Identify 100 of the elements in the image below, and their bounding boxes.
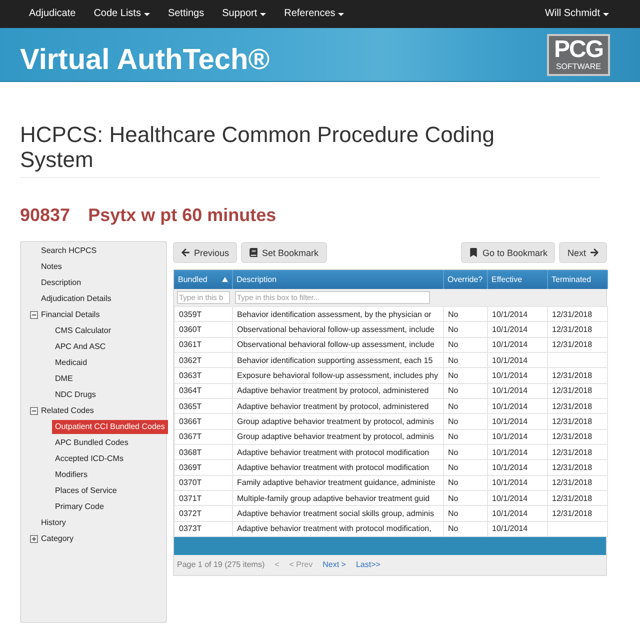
sidebar-item[interactable]: Category (38, 532, 76, 546)
procedure-code: 90837 (20, 205, 70, 225)
table-cell: Adaptive behavior treatment with protocol modification (232, 460, 444, 476)
nav-menu-item[interactable]: Adjudicate (20, 0, 85, 28)
table-cell: Adaptive behavior treatment social skills group, adminis (232, 506, 444, 522)
table-cell: Group adaptive behavior treatment by protocol, adminis (232, 429, 444, 444)
table-cell: 10/1/2014 (488, 383, 548, 398)
table-cell: 12/31/2018 (548, 368, 608, 384)
table-cell: 12/31/2018 (548, 460, 608, 476)
table-cell: 0370T (174, 475, 232, 490)
user-menu[interactable]: Will Schmidt (536, 0, 618, 28)
procedure-name: Psytx w pt 60 minutes (88, 205, 276, 225)
set-bookmark-button[interactable]: Set Bookmark (241, 242, 327, 263)
table-cell: No (444, 414, 488, 430)
sidebar-item[interactable]: Primary Code (52, 500, 107, 514)
table-cell: No (444, 521, 488, 536)
table-cell: 0359T (174, 306, 232, 322)
table-cell: 10/1/2014 (488, 337, 548, 352)
table-cell: Observational behavioral follow-up assessment, include (232, 322, 444, 338)
table-cell: 10/1/2014 (488, 414, 548, 430)
table-cell: 10/1/2014 (488, 368, 548, 384)
table-cell: 0364T (174, 383, 232, 398)
pager-info: Page 1 of 19 (275 items) (177, 560, 265, 570)
sidebar-item[interactable]: Adjudication Details (38, 292, 114, 306)
sidebar-item[interactable]: APC And ASC (52, 340, 109, 354)
table-cell: 12/31/2018 (548, 414, 608, 430)
table-cell: 10/1/2014 (488, 322, 548, 338)
table-cell: Exposure behavioral follow-up assessment, includes phy (232, 368, 444, 384)
nav-menu-item[interactable]: Code Lists (84, 0, 159, 28)
table-cell: 12/31/2018 (548, 506, 608, 522)
sidebar-item[interactable]: Places of Service (52, 484, 120, 498)
bookmark-icon (469, 248, 478, 257)
sidebar-item[interactable]: History (38, 516, 69, 530)
nav-menu-item[interactable]: References (275, 0, 354, 28)
table-cell: Family adaptive behavior treatment guidance, administe (232, 475, 444, 490)
table-cell: Behavior identification assessment, by the physician or (232, 306, 444, 322)
logo-subtext: SOFTWARE (556, 62, 602, 71)
table-cell: No (444, 460, 488, 476)
arrow-right-icon (590, 248, 599, 257)
column-header[interactable]: Override? (443, 270, 487, 289)
sidebar-item[interactable]: Financial Details (38, 308, 103, 322)
table-cell: 12/31/2018 (548, 322, 608, 338)
table-cell: 0363T (174, 368, 232, 384)
table-cell: 10/1/2014 (488, 429, 548, 444)
minus-box-icon[interactable] (30, 311, 38, 319)
pager-link[interactable]: Next > (322, 560, 346, 570)
table-cell: Adaptive behavior treatment with protocol modification, (232, 521, 444, 536)
table-cell: 0373T (174, 521, 232, 536)
sidebar-item[interactable]: Medicaid (52, 356, 90, 370)
column-header[interactable]: Bundled (174, 270, 232, 289)
table-cell: 0372T (174, 506, 232, 522)
table-cell: 0369T (174, 460, 232, 476)
column-header[interactable]: Description (232, 270, 443, 289)
table-cell: 12/31/2018 (548, 337, 608, 352)
table-cell: No (444, 506, 488, 522)
go-to-bookmark-button[interactable]: Go to Bookmark (461, 242, 556, 263)
nav-menu-item[interactable]: Settings (158, 0, 214, 28)
table-cell: No (444, 337, 488, 352)
table-cell: 12/31/2018 (548, 383, 608, 398)
sidebar-item[interactable]: Description (38, 276, 84, 290)
sidebar-item[interactable]: Related Codes (38, 404, 97, 418)
table-cell: 0367T (174, 429, 232, 444)
sidebar-item[interactable]: APC Bundled Codes (52, 436, 132, 450)
plus-box-icon[interactable] (30, 535, 38, 543)
table-cell: No (444, 368, 488, 384)
previous-button[interactable]: Previous (173, 242, 238, 263)
app-title: Virtual AuthTech® (20, 44, 270, 76)
arrow-left-icon (181, 248, 190, 257)
table-cell: No (444, 475, 488, 490)
sidebar-item[interactable]: CMS Calculator (52, 324, 114, 338)
sidebar-item[interactable]: Modifiers (52, 468, 90, 482)
table-cell: 0360T (174, 322, 232, 338)
sidebar-item[interactable]: Accepted ICD-CMs (52, 452, 126, 466)
minus-box-icon[interactable] (30, 407, 38, 415)
table-cell: 12/31/2018 (548, 429, 608, 444)
sidebar-item[interactable]: NDC Drugs (52, 388, 99, 402)
sidebar-item[interactable]: DME (52, 372, 76, 386)
table-cell: No (444, 429, 488, 444)
table-cell: Observational behavioral follow-up assessment, include (232, 337, 444, 352)
table-cell: 10/1/2014 (488, 521, 548, 536)
pager-link[interactable]: Last>> (356, 560, 380, 570)
column-header[interactable]: Terminated (547, 270, 607, 289)
table-cell: 0366T (174, 414, 232, 430)
table-cell: Adaptive behavior treatment by protocol, administered (232, 383, 444, 398)
logo-text: PCG (554, 39, 603, 61)
sidebar-item[interactable]: Search HCPCS (38, 244, 100, 258)
column-header[interactable]: Effective (487, 270, 547, 289)
table-cell: 10/1/2014 (488, 506, 548, 522)
table-cell: No (444, 383, 488, 398)
table-cell: 12/31/2018 (548, 475, 608, 490)
table-cell: 0361T (174, 337, 232, 352)
next-button[interactable]: Next (559, 242, 607, 263)
table-cell: No (444, 322, 488, 338)
table-cell: Group adaptive behavior treatment by protocol, adminis (232, 414, 444, 430)
page-title: HCPCS: Healthcare Common Procedure Coding System (20, 122, 496, 172)
table-cell: 10/1/2014 (488, 460, 548, 476)
sidebar-item[interactable]: Outpatient CCI Bundled Codes (52, 420, 168, 434)
sidebar-item[interactable]: Notes (38, 260, 65, 274)
book-icon (249, 248, 258, 257)
nav-menu-item[interactable]: Support (213, 0, 276, 28)
